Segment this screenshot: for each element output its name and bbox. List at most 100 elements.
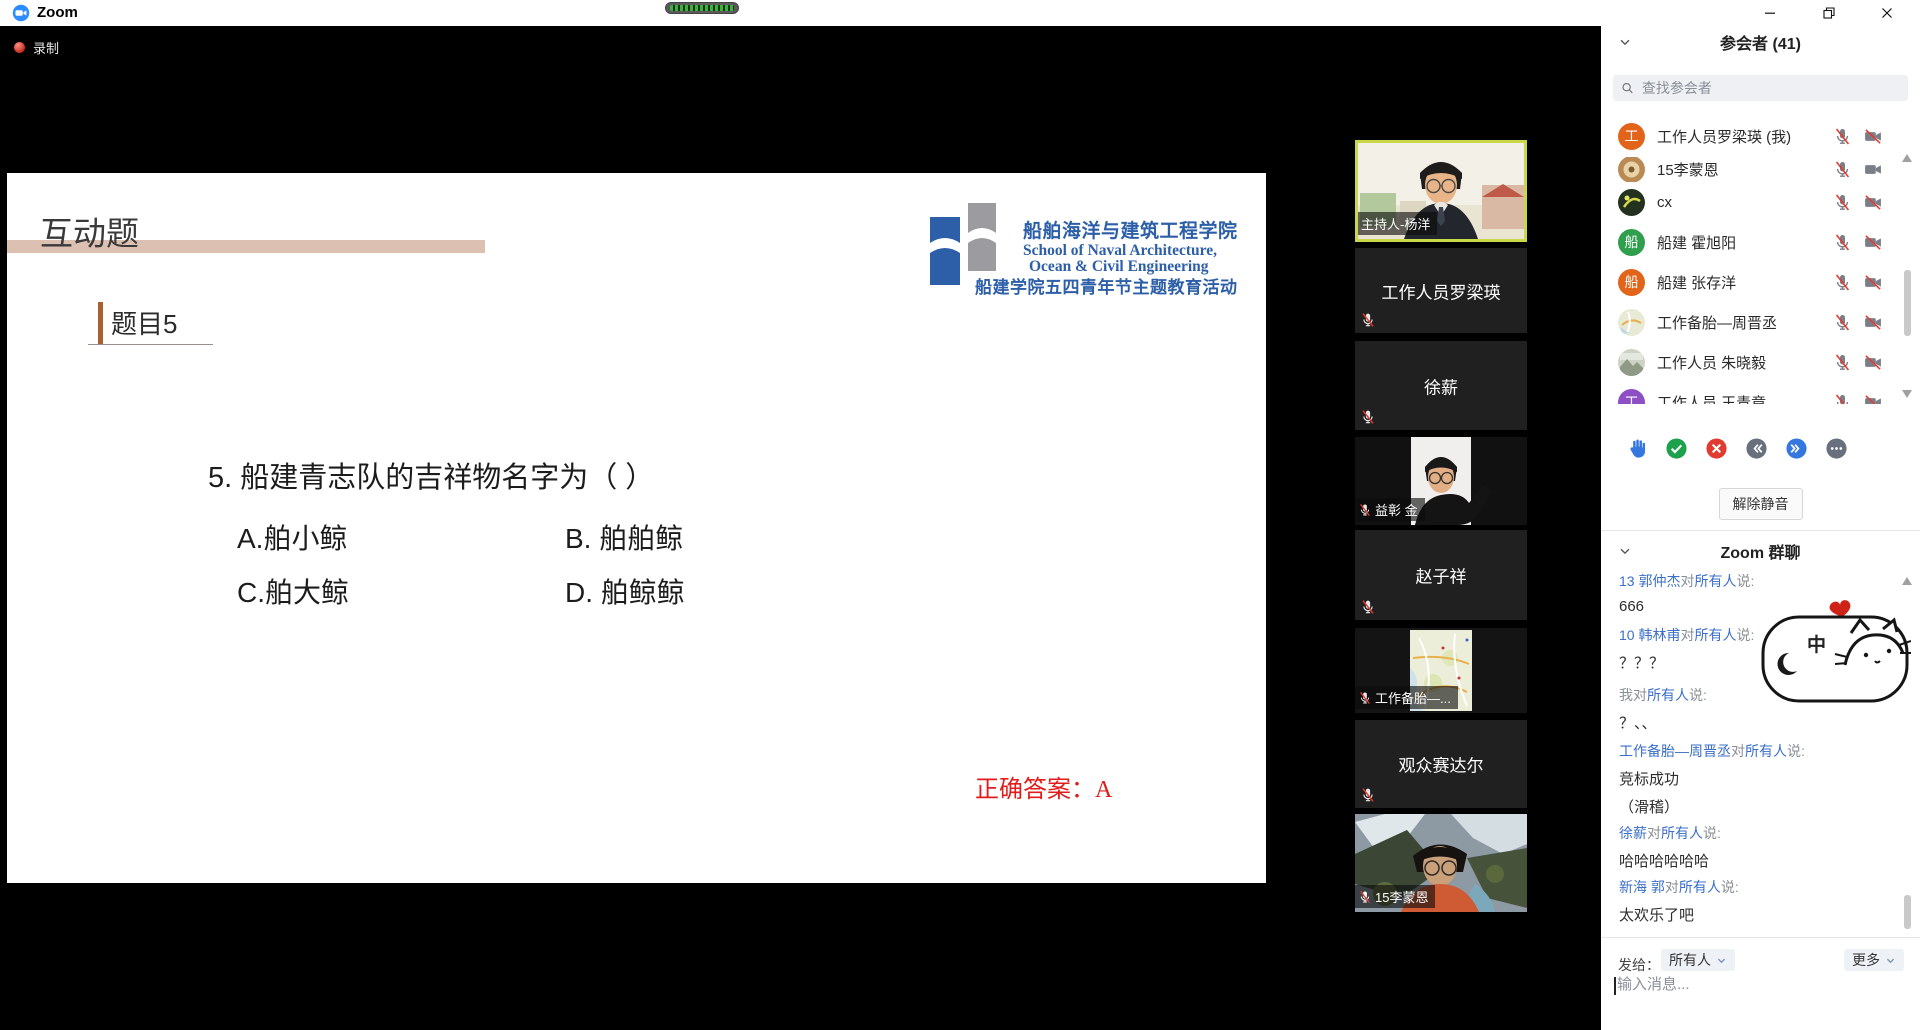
chat-message: 新海 郭对所有人说: 太欢乐了吧	[1619, 877, 1889, 925]
participant-row[interactable]: 船 船建 霍旭阳	[1601, 222, 1920, 262]
chat-sender[interactable]: 10 韩林甫	[1619, 627, 1680, 643]
chat-message-text: （滑稽）	[1619, 796, 1889, 817]
scrollbar-thumb[interactable]	[1904, 895, 1911, 929]
mic-muted-icon	[1358, 691, 1372, 705]
tile-name: 观众赛达尔	[1355, 752, 1527, 777]
participant-search[interactable]	[1613, 75, 1908, 101]
chat-message-header: 徐薪对所有人说:	[1619, 823, 1889, 843]
minimize-button[interactable]	[1748, 0, 1792, 26]
camera-muted-icon	[1862, 193, 1884, 212]
more-label: 更多	[1852, 950, 1880, 970]
chat-message-header: 工作备胎—周晋丞对所有人说:	[1619, 741, 1889, 761]
participant-name: 工作备胎—周晋丞	[1657, 312, 1821, 333]
chat-recipient[interactable]: 所有人	[1694, 573, 1736, 589]
participant-name: 工作人员罗梁瑛 (我)	[1657, 126, 1821, 147]
chat-sender[interactable]: 徐薪	[1619, 825, 1647, 841]
mic-muted-icon	[1833, 193, 1852, 212]
raise-hand-icon[interactable]	[1625, 437, 1648, 460]
chat-recipient[interactable]: 所有人	[1694, 627, 1736, 643]
send-to-dropdown[interactable]: 所有人	[1661, 949, 1735, 971]
video-tile[interactable]: 工作备胎—...	[1355, 628, 1527, 713]
close-button[interactable]	[1865, 0, 1909, 26]
search-input[interactable]	[1640, 79, 1900, 97]
avatar	[1618, 157, 1645, 182]
scroll-up-icon[interactable]	[1902, 577, 1912, 585]
chat-message-text: 太欢乐了吧	[1619, 904, 1889, 925]
chat-message-list[interactable]: 13 郭仲杰对所有人说: 666 10 韩林甫对所有人说: ？？？ 我对所有人说…	[1601, 565, 1920, 935]
mic-muted-icon	[1360, 599, 1376, 615]
video-tile[interactable]: 工作人员罗梁瑛	[1355, 248, 1527, 333]
scroll-down-icon[interactable]	[1902, 390, 1912, 398]
chat-message-text: 竞标成功	[1619, 768, 1889, 789]
camera-muted-icon	[1862, 273, 1884, 292]
chat-input[interactable]	[1615, 975, 1909, 994]
participant-row[interactable]: 工作备胎—周晋丞	[1601, 302, 1920, 342]
chat-message-text: ？、、	[1619, 712, 1889, 733]
yes-icon[interactable]	[1665, 437, 1688, 460]
unmute-button[interactable]: 解除静音	[1719, 488, 1803, 520]
camera-muted-icon	[1862, 313, 1884, 332]
participant-row[interactable]: 15李蒙恩	[1601, 157, 1920, 182]
search-icon	[1621, 81, 1634, 95]
participant-name: 船建 张存洋	[1657, 272, 1821, 293]
chat-recipient[interactable]: 所有人	[1679, 879, 1721, 895]
shared-screen-slide: 互动题 题目5 船舶海洋与建筑工程学院 School of Naval Arch…	[7, 173, 1266, 883]
participant-row[interactable]: cx	[1601, 182, 1920, 222]
tile-name-label: 主持人-杨洋	[1358, 212, 1437, 235]
participant-name: cx	[1657, 194, 1821, 211]
video-tile[interactable]: 益彰 金	[1355, 437, 1527, 525]
chat-sender[interactable]: 13 郭仲杰	[1619, 573, 1680, 589]
recording-indicator[interactable]: 录制	[14, 38, 59, 57]
restore-button[interactable]	[1807, 0, 1851, 26]
go-faster-icon[interactable]	[1785, 437, 1808, 460]
correct-answer: 正确答案：A	[975, 769, 1112, 804]
more-feedback-icon[interactable]	[1825, 437, 1848, 460]
participant-status-icons	[1833, 393, 1884, 405]
chat-sender[interactable]: 新海 郭	[1619, 879, 1665, 895]
participant-row[interactable]: 工 工作人员 王青章	[1601, 382, 1920, 404]
participant-name: 船建 霍旭阳	[1657, 232, 1821, 253]
participant-status-icons	[1833, 273, 1884, 292]
video-tile-host[interactable]: 主持人-杨洋	[1355, 140, 1527, 242]
no-icon[interactable]	[1705, 437, 1728, 460]
chat-message: 徐薪对所有人说: 哈哈哈哈哈哈	[1619, 823, 1889, 871]
option-a: A.舶小鲸	[237, 517, 347, 557]
go-slower-icon[interactable]	[1745, 437, 1768, 460]
tile-name: 15李蒙恩	[1375, 887, 1428, 906]
video-tile[interactable]: 赵子祥	[1355, 530, 1527, 620]
more-dropdown[interactable]: 更多	[1844, 949, 1904, 971]
participant-row[interactable]: 工作人员 朱晓毅	[1601, 342, 1920, 382]
chat-sender[interactable]: 我	[1619, 687, 1633, 703]
participant-name: 工作人员 朱晓毅	[1657, 352, 1821, 373]
scroll-up-icon[interactable]	[1902, 154, 1912, 162]
panel-divider	[1601, 530, 1920, 531]
chat-recipient[interactable]: 所有人	[1745, 743, 1787, 759]
scrollbar-thumb[interactable]	[1904, 270, 1911, 336]
participant-status-icons	[1833, 233, 1884, 252]
participant-row[interactable]: 船 船建 张存洋	[1601, 262, 1920, 302]
avatar: 船	[1618, 229, 1645, 256]
svg-text:中: 中	[1807, 633, 1826, 656]
avatar: 工	[1618, 123, 1645, 150]
avatar	[1618, 309, 1645, 336]
participant-status-icons	[1833, 353, 1884, 372]
participant-row[interactable]: 工 工作人员罗梁瑛 (我)	[1601, 116, 1920, 156]
avatar: 工	[1618, 389, 1645, 405]
chat-sender[interactable]: 工作备胎—周晋丞	[1619, 743, 1731, 759]
video-tile[interactable]: 徐薪	[1355, 341, 1527, 430]
record-dot-icon	[14, 42, 25, 53]
chat-recipient[interactable]: 所有人	[1661, 825, 1703, 841]
send-to-value: 所有人	[1669, 950, 1711, 970]
video-tile[interactable]: 观众赛达尔	[1355, 720, 1527, 808]
mic-muted-icon	[1833, 353, 1852, 372]
chat-footer-divider	[1601, 937, 1920, 938]
question-label: 题目5	[111, 304, 177, 341]
participant-name: 工作人员 王青章	[1657, 392, 1821, 405]
participant-status-icons	[1833, 160, 1884, 179]
chat-recipient[interactable]: 所有人	[1647, 687, 1689, 703]
tile-name-label: 工作备胎—...	[1355, 686, 1458, 709]
avatar: 船	[1618, 269, 1645, 296]
avatar	[1618, 349, 1645, 376]
video-tile[interactable]: 15李蒙恩	[1355, 814, 1527, 912]
nonverbal-feedback-bar	[1625, 437, 1848, 460]
